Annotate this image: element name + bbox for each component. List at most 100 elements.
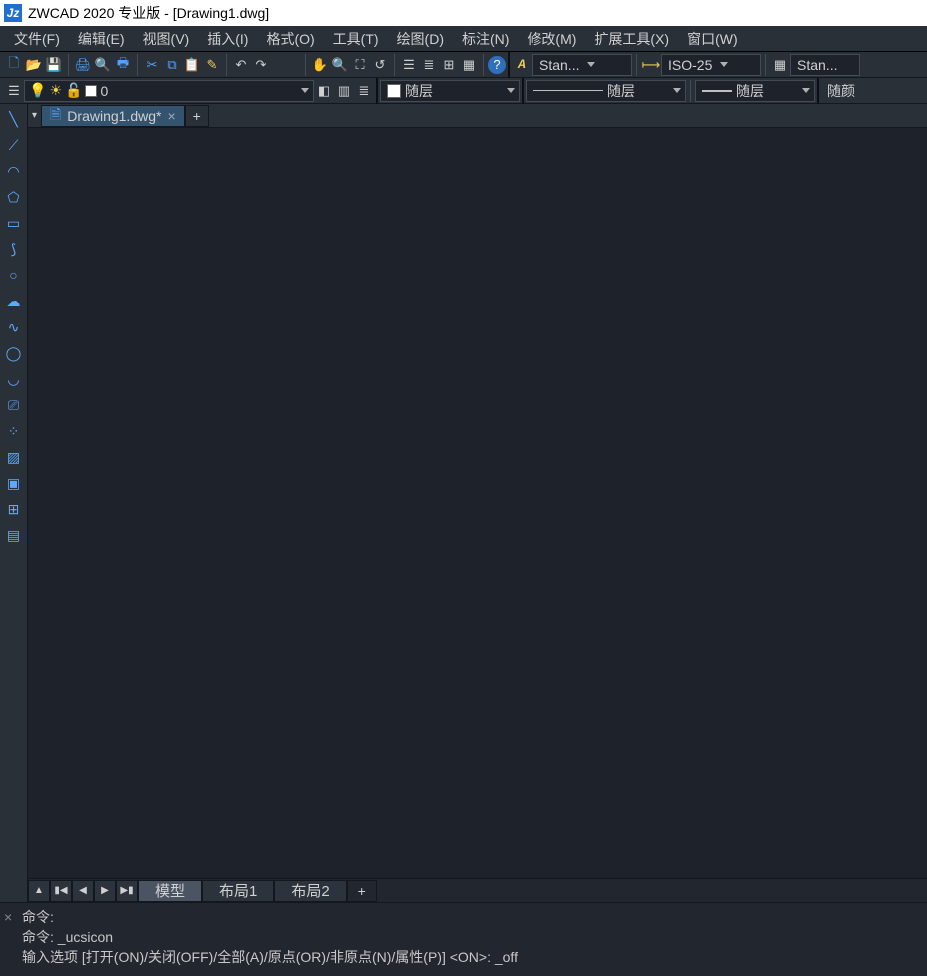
lineweight-dropdown[interactable]: 随层: [695, 80, 815, 102]
menu-insert[interactable]: 插入(I): [199, 29, 256, 49]
dim-style-value: ISO-25: [668, 57, 712, 73]
menu-edit[interactable]: 编辑(E): [70, 29, 133, 49]
plot-button[interactable]: 🖶: [113, 55, 133, 75]
textstyle-icon[interactable]: A: [512, 55, 532, 75]
chevron-down-icon: [673, 88, 681, 93]
dim-style-dropdown[interactable]: ISO-25: [661, 54, 761, 76]
document-tab-name: Drawing1.dwg*: [67, 108, 161, 124]
zoom-button[interactable]: 🔍: [330, 55, 350, 75]
spline-tool[interactable]: ∿: [3, 316, 25, 338]
table-style-value: Stan...: [797, 57, 837, 73]
circle-tool[interactable]: ○: [3, 264, 25, 286]
arc2-tool[interactable]: ⟆: [3, 238, 25, 260]
cmd-history-line: 命令: _ucsicon: [22, 927, 919, 947]
open-button[interactable]: 📂: [24, 55, 44, 75]
close-tab-icon[interactable]: ×: [167, 108, 175, 124]
menu-tools[interactable]: 工具(T): [325, 29, 387, 49]
sep: [305, 54, 306, 76]
linetype-preview: [533, 90, 603, 91]
menu-format[interactable]: 格式(O): [258, 29, 322, 49]
dimstyle-icon[interactable]: ⟼: [641, 55, 661, 75]
command-line[interactable]: × 命令: 命令: _ucsicon 输入选项 [打开(ON)/关闭(OFF)/…: [0, 902, 927, 976]
copy-button[interactable]: ⧉: [162, 55, 182, 75]
plotstyle-dropdown[interactable]: 随颜: [821, 80, 861, 102]
mtext-tool[interactable]: ▤: [3, 524, 25, 546]
tab-layout2[interactable]: 布局2: [274, 880, 346, 902]
menu-dimension[interactable]: 标注(N): [454, 29, 517, 49]
rectangle-tool[interactable]: ▭: [3, 212, 25, 234]
zoom-prev-button[interactable]: ↺: [370, 55, 390, 75]
document-tab[interactable]: 🗎 Drawing1.dwg* ×: [41, 105, 185, 127]
table-style-dropdown[interactable]: Stan...: [790, 54, 860, 76]
cut-button[interactable]: ✂: [142, 55, 162, 75]
menu-express[interactable]: 扩展工具(X): [586, 29, 677, 49]
properties-button[interactable]: ☰: [399, 55, 419, 75]
matchprop-button[interactable]: ✎: [202, 55, 222, 75]
color-value: 随层: [405, 81, 433, 101]
layer-manager-button[interactable]: ☰: [4, 81, 24, 101]
cmd-prompt-line: 输入选项 [打开(ON)/关闭(OFF)/全部(A)/原点(OR)/非原点(N)…: [22, 947, 919, 967]
close-cmdline-icon[interactable]: ×: [4, 907, 12, 927]
help-button[interactable]: ?: [488, 56, 506, 74]
text-style-dropdown[interactable]: Stan...: [532, 54, 632, 76]
layers-panel-button[interactable]: ≣: [419, 55, 439, 75]
layer-prev-button[interactable]: ▥: [334, 81, 354, 101]
layer-name: 0: [100, 83, 108, 99]
linetype-value: 随层: [607, 81, 635, 101]
drawing-canvas[interactable]: [28, 128, 927, 878]
menu-file[interactable]: 文件(F): [6, 29, 68, 49]
layout-last-button[interactable]: ▶▮: [116, 880, 138, 902]
grid-button[interactable]: ⊞: [439, 55, 459, 75]
print-button[interactable]: 🖨: [73, 55, 93, 75]
redo-button[interactable]: ↷: [251, 55, 271, 75]
zoom-extents-button[interactable]: ⛶: [350, 55, 370, 75]
layer-iso-button[interactable]: ◧: [314, 81, 334, 101]
toolbar-layers: ☰ 💡 ☀ 🔓 0 ◧ ▥ ≣ 随层 随层 随层 随颜: [0, 78, 927, 104]
layout-first-button[interactable]: ▮◀: [50, 880, 72, 902]
title-bar: Jz ZWCAD 2020 专业版 - [Drawing1.dwg]: [0, 0, 927, 26]
toolbar-standard: 🗋 📂 💾 🖨 🔍 🖶 ✂ ⧉ 📋 ✎ ↶ ↷ ✋ 🔍 ⛶ ↺ ☰ ≣ ⊞ ▦ …: [0, 52, 927, 78]
paste-button[interactable]: 📋: [182, 55, 202, 75]
tab-model[interactable]: 模型: [138, 880, 202, 902]
layer-dropdown[interactable]: 💡 ☀ 🔓 0: [24, 80, 314, 102]
sep: [508, 52, 510, 78]
layout-up-button[interactable]: ▲: [28, 880, 50, 902]
new-button[interactable]: 🗋: [4, 55, 24, 75]
block-tool[interactable]: ⎚: [3, 394, 25, 416]
layout-prev-button[interactable]: ◀: [72, 880, 94, 902]
menu-view[interactable]: 视图(V): [135, 29, 198, 49]
polygon-tool[interactable]: ⬠: [3, 186, 25, 208]
color-dropdown[interactable]: 随层: [380, 80, 520, 102]
layout-next-button[interactable]: ▶: [94, 880, 116, 902]
revcloud-tool[interactable]: ☁: [3, 290, 25, 312]
add-layout-button[interactable]: +: [347, 880, 377, 902]
layer-color-swatch: [85, 85, 97, 97]
arc-tool[interactable]: ◠: [3, 160, 25, 182]
preview-button[interactable]: 🔍: [93, 55, 113, 75]
add-document-tab[interactable]: +: [185, 105, 209, 127]
hatch-tool[interactable]: ▨: [3, 446, 25, 468]
menu-modify[interactable]: 修改(M): [519, 29, 584, 49]
tab-layout1[interactable]: 布局1: [202, 880, 274, 902]
sep: [394, 54, 395, 76]
tablestyle-icon[interactable]: ▦: [770, 55, 790, 75]
tab-collapse-icon[interactable]: ▾: [32, 110, 37, 121]
line-tool[interactable]: ╲: [3, 108, 25, 130]
lock-icon: 🔓: [65, 82, 82, 99]
polyline-tool[interactable]: ⟋: [3, 134, 25, 156]
region-tool[interactable]: ▣: [3, 472, 25, 494]
pan-button[interactable]: ✋: [310, 55, 330, 75]
save-button[interactable]: 💾: [44, 55, 64, 75]
linetype-dropdown[interactable]: 随层: [526, 80, 686, 102]
ellipsearc-tool[interactable]: ◡: [3, 368, 25, 390]
table-tool[interactable]: ⊞: [3, 498, 25, 520]
document-tabs: ▾ 🗎 Drawing1.dwg* × +: [28, 104, 927, 128]
point-tool[interactable]: ⁘: [3, 420, 25, 442]
ellipse-tool[interactable]: ◯: [3, 342, 25, 364]
sep: [137, 54, 138, 76]
undo-button[interactable]: ↶: [231, 55, 251, 75]
menu-window[interactable]: 窗口(W): [679, 29, 746, 49]
menu-draw[interactable]: 绘图(D): [389, 29, 452, 49]
designcenter-button[interactable]: ▦: [459, 55, 479, 75]
layer-state-button[interactable]: ≣: [354, 81, 374, 101]
